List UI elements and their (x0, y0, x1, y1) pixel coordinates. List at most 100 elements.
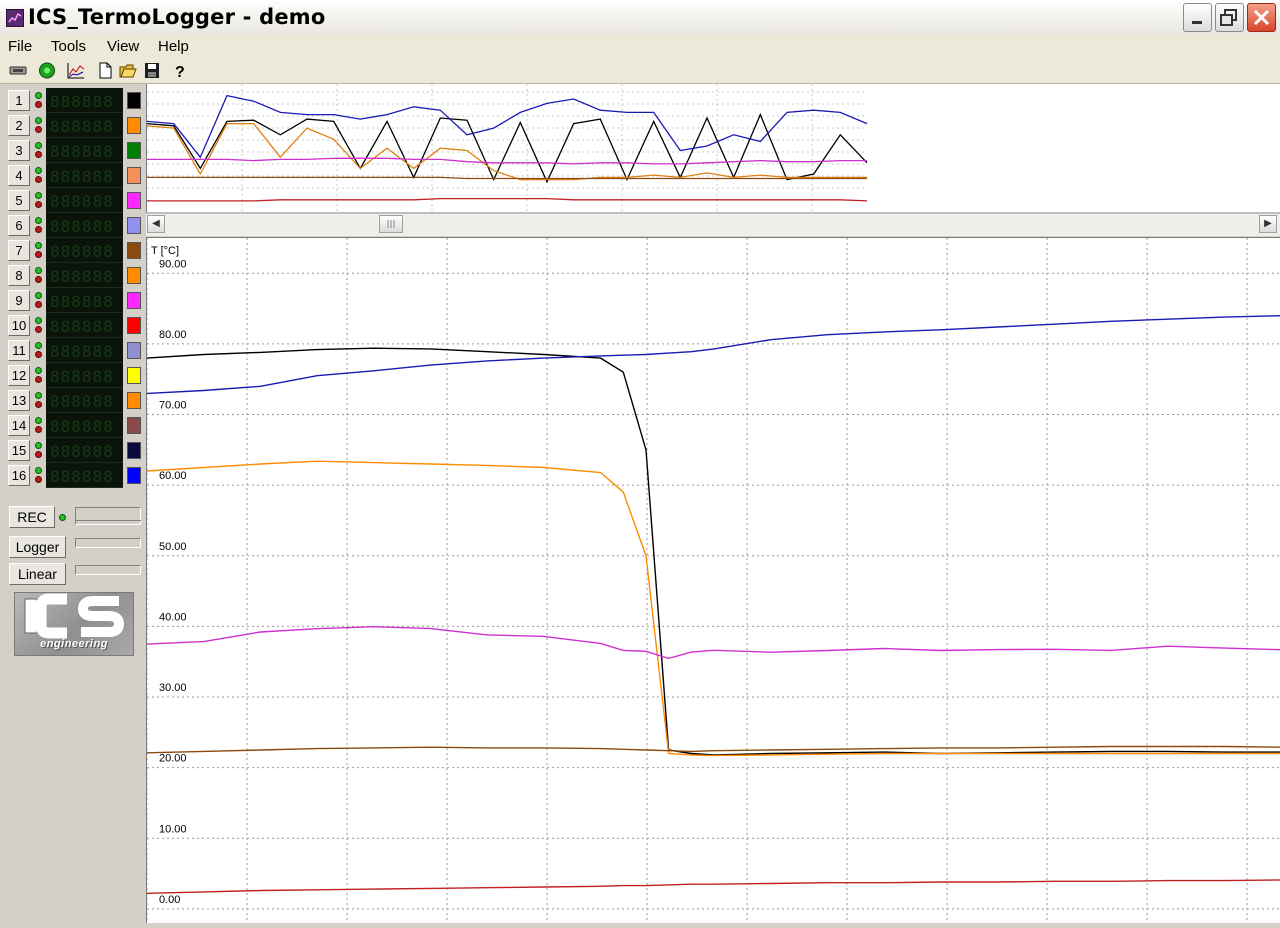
channel-number-button[interactable]: 2 (8, 115, 30, 136)
channel-red-led (35, 151, 42, 158)
menu-file[interactable]: File (8, 38, 32, 55)
maximize-button[interactable] (1215, 3, 1244, 32)
menu-view[interactable]: View (107, 38, 139, 55)
scroll-thumb[interactable] (379, 215, 403, 233)
channel-lcd-display: 888888 (46, 463, 123, 488)
channel-number-button[interactable]: 14 (8, 415, 30, 436)
channel-green-led (35, 467, 42, 474)
channel-red-led (35, 251, 42, 258)
logo-text: engineering (40, 638, 108, 650)
channel-number-button[interactable]: 5 (8, 190, 30, 211)
channel-color-swatch[interactable] (127, 267, 141, 284)
rec-button[interactable]: REC (9, 506, 55, 528)
channel-red-led (35, 276, 42, 283)
rec-led (59, 514, 66, 521)
channel-number-button[interactable]: 1 (8, 90, 30, 111)
y-tick-label: 30.00 (159, 682, 187, 694)
help-icon[interactable]: ? (170, 61, 190, 81)
open-folder-icon[interactable] (118, 61, 138, 80)
menu-help[interactable]: Help (158, 38, 189, 55)
channel-number-button[interactable]: 7 (8, 240, 30, 261)
main-chart[interactable]: 90.00 80.00 70.00 60.00 50.00 40.00 30.00 20.00… (146, 237, 1280, 923)
channel-color-swatch[interactable] (127, 317, 141, 334)
channel-number-button[interactable]: 8 (8, 265, 30, 286)
channel-color-swatch[interactable] (127, 142, 141, 159)
y-axis-label: T [°C] (151, 245, 179, 257)
channel-green-led (35, 392, 42, 399)
channel-row: 1 888888 (8, 88, 144, 113)
channel-number-button[interactable]: 3 (8, 140, 30, 161)
channel-color-swatch[interactable] (127, 92, 141, 109)
channel-color-swatch[interactable] (127, 167, 141, 184)
logger-button[interactable]: Logger (9, 536, 66, 558)
overview-chart[interactable] (146, 84, 1280, 213)
linear-button[interactable]: Linear (9, 563, 66, 585)
channel-color-swatch[interactable] (127, 117, 141, 134)
channel-lcd-display: 888888 (46, 288, 123, 313)
scroll-left-icon[interactable]: ◀ (147, 215, 165, 233)
channel-red-led (35, 326, 42, 333)
y-tick-label: 10.00 (159, 823, 187, 835)
overview-scrollbar[interactable]: ◀ ▶ (146, 213, 1280, 236)
save-icon[interactable] (142, 61, 162, 80)
channel-number-button[interactable]: 13 (8, 390, 30, 411)
channel-red-led (35, 226, 42, 233)
channel-row: 8 888888 (8, 263, 144, 288)
channel-number-button[interactable]: 9 (8, 290, 30, 311)
series-line (146, 347, 1280, 756)
channel-color-swatch[interactable] (127, 342, 141, 359)
channel-number-button[interactable]: 4 (8, 165, 30, 186)
series-line (146, 879, 1280, 894)
channel-color-swatch[interactable] (127, 417, 141, 434)
connect-icon[interactable] (37, 61, 57, 80)
channel-green-led (35, 417, 42, 424)
channel-green-led (35, 317, 42, 324)
new-file-icon[interactable] (95, 61, 115, 80)
channel-color-swatch[interactable] (127, 192, 141, 209)
channel-color-swatch[interactable] (127, 367, 141, 384)
window-title: ICS_TermoLogger - demo (28, 5, 326, 29)
channel-lcd-display: 888888 (46, 213, 123, 238)
channel-row: 11 888888 (8, 338, 144, 363)
channel-number-button[interactable]: 11 (8, 340, 30, 361)
scroll-right-icon[interactable]: ▶ (1259, 215, 1277, 233)
channel-row: 13 888888 (8, 388, 144, 413)
channel-sidebar: 1 888888 2 888888 3 888888 4 888888 5 888888 6 8888… (0, 84, 146, 922)
channel-green-led (35, 167, 42, 174)
channel-number-button[interactable]: 15 (8, 440, 30, 461)
y-tick-label: 50.00 (159, 541, 187, 553)
channel-lcd-display: 888888 (46, 263, 123, 288)
minimize-button[interactable] (1183, 3, 1212, 32)
channel-color-swatch[interactable] (127, 392, 141, 409)
channel-color-swatch[interactable] (127, 217, 141, 234)
logger-status-field (75, 538, 141, 548)
channel-color-swatch[interactable] (127, 242, 141, 259)
channel-number-button[interactable]: 6 (8, 215, 30, 236)
channel-green-led (35, 292, 42, 299)
y-tick-label: 0.00 (159, 894, 180, 906)
channel-number-button[interactable]: 12 (8, 365, 30, 386)
channel-color-swatch[interactable] (127, 292, 141, 309)
y-tick-label: 70.00 (159, 400, 187, 412)
device-icon[interactable] (8, 61, 28, 80)
channel-red-led (35, 176, 42, 183)
channel-lcd-display: 888888 (46, 88, 123, 113)
channel-color-swatch[interactable] (127, 442, 141, 459)
channel-red-led (35, 201, 42, 208)
channel-green-led (35, 217, 42, 224)
chart-grid (146, 238, 1280, 923)
channel-green-led (35, 92, 42, 99)
channel-number-button[interactable]: 16 (8, 465, 30, 486)
chart-icon[interactable] (66, 61, 86, 80)
channel-red-led (35, 476, 42, 483)
overview-grid (147, 84, 867, 212)
menu-bar: File Tools View Help (0, 36, 1280, 58)
channel-lcd-display: 888888 (46, 363, 123, 388)
close-button[interactable] (1247, 3, 1276, 32)
channel-red-led (35, 401, 42, 408)
channel-row: 3 888888 (8, 138, 144, 163)
channel-color-swatch[interactable] (127, 467, 141, 484)
channel-number-button[interactable]: 10 (8, 315, 30, 336)
channel-row: 2 888888 (8, 113, 144, 138)
menu-tools[interactable]: Tools (51, 38, 86, 55)
